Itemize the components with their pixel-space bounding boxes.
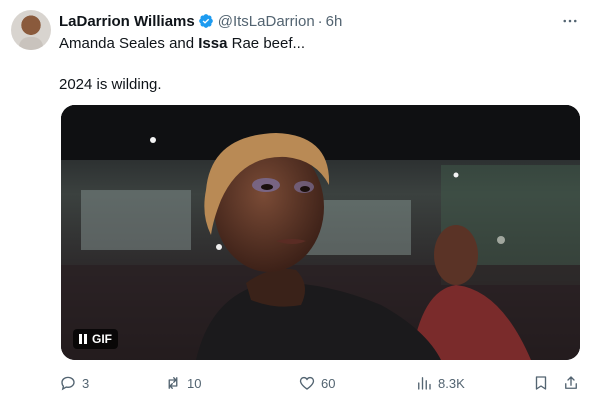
reply-button[interactable]: 3 (59, 372, 89, 394)
share-icon (565, 376, 577, 389)
bookmark-icon (535, 376, 547, 390)
views-button[interactable]: 8.3K (415, 372, 465, 394)
gif-badge-label: GIF (92, 332, 112, 346)
share-button[interactable] (562, 372, 580, 394)
tweet-text-line2: 2024 is wilding. (59, 76, 162, 93)
gif-badge[interactable]: GIF (73, 329, 118, 349)
author-handle[interactable]: @ItsLaDarrion (218, 13, 315, 30)
tweet-text-bold: Issa (198, 35, 228, 52)
separator-dot: · (317, 12, 323, 30)
avatar-figure (19, 37, 43, 50)
tweet-actions-bar: 3 10 60 8.3K (59, 372, 587, 394)
repost-button[interactable]: 10 (164, 372, 201, 394)
gif-media[interactable] (61, 105, 580, 360)
like-button[interactable]: 60 (298, 372, 335, 394)
bookmark-button[interactable] (532, 372, 550, 394)
reply-count: 3 (82, 375, 90, 391)
tweet-text-part1: Amanda Seales and (59, 35, 199, 52)
like-count: 60 (321, 375, 336, 391)
gif-frame-image (61, 105, 580, 360)
views-chart-icon (418, 377, 431, 390)
tweet-timestamp[interactable]: 6h (326, 13, 343, 30)
more-options-button[interactable] (559, 10, 581, 32)
reply-icon (61, 376, 75, 391)
author-avatar[interactable] (11, 10, 51, 50)
author-display-name[interactable]: LaDarrion Williams (59, 13, 195, 30)
verified-badge-icon (198, 14, 213, 28)
pause-icon (79, 334, 87, 344)
views-count: 8.3K (438, 375, 465, 391)
tweet-text-part2: Rae beef... (227, 35, 306, 52)
repost-count: 10 (187, 375, 202, 391)
heart-icon (299, 376, 315, 390)
repost-icon (168, 377, 178, 389)
tweet-text-line1: Amanda Seales and Issa Rae beef... (59, 34, 305, 54)
tweet-header: LaDarrion Williams @ItsLaDarrion · 6h (59, 11, 342, 31)
more-dots-icon (563, 19, 577, 23)
